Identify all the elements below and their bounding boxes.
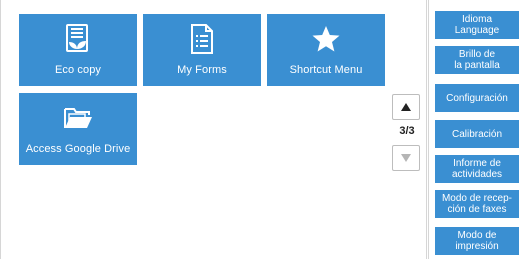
calibration-button[interactable]: Calibración [435, 120, 519, 148]
print-mode-button[interactable]: Modo de impresión [435, 227, 519, 255]
page-navigator: 3/3 [387, 0, 427, 259]
triangle-down-icon [401, 149, 411, 167]
triangle-up-icon [401, 98, 411, 116]
app-tiles-area: Eco copy My Forms Shortcut Menu Access G… [1, 0, 385, 259]
tile-label: My Forms [177, 64, 227, 76]
printer-home-screen: Eco copy My Forms Shortcut Menu Access G… [0, 0, 524, 259]
folder-open-icon [63, 103, 93, 133]
tile-access-google-drive[interactable]: Access Google Drive [19, 93, 137, 165]
tile-label: Shortcut Menu [289, 64, 363, 76]
activity-report-button[interactable]: Informe de actividades [435, 155, 519, 183]
settings-side-menu: Idioma Language Brillo de la pantalla Co… [428, 0, 524, 259]
tile-label: Eco copy [54, 64, 102, 76]
tile-eco-copy[interactable]: Eco copy [19, 14, 137, 86]
star-icon [311, 24, 341, 54]
page-down-button[interactable] [392, 145, 420, 171]
tile-my-forms[interactable]: My Forms [143, 14, 261, 86]
language-button[interactable]: Idioma Language [435, 11, 519, 39]
tile-shortcut-menu[interactable]: Shortcut Menu [267, 14, 385, 86]
screen-brightness-button[interactable]: Brillo de la pantalla [435, 46, 519, 74]
document-list-icon [187, 24, 217, 54]
eco-copy-icon [63, 24, 93, 54]
settings-button[interactable]: Configuración [435, 84, 519, 112]
tile-label: Access Google Drive [25, 143, 131, 155]
page-indicator: 3/3 [399, 125, 415, 137]
fax-receive-mode-button[interactable]: Modo de recep- ción de faxes [435, 190, 519, 218]
page-up-button[interactable] [392, 94, 420, 120]
